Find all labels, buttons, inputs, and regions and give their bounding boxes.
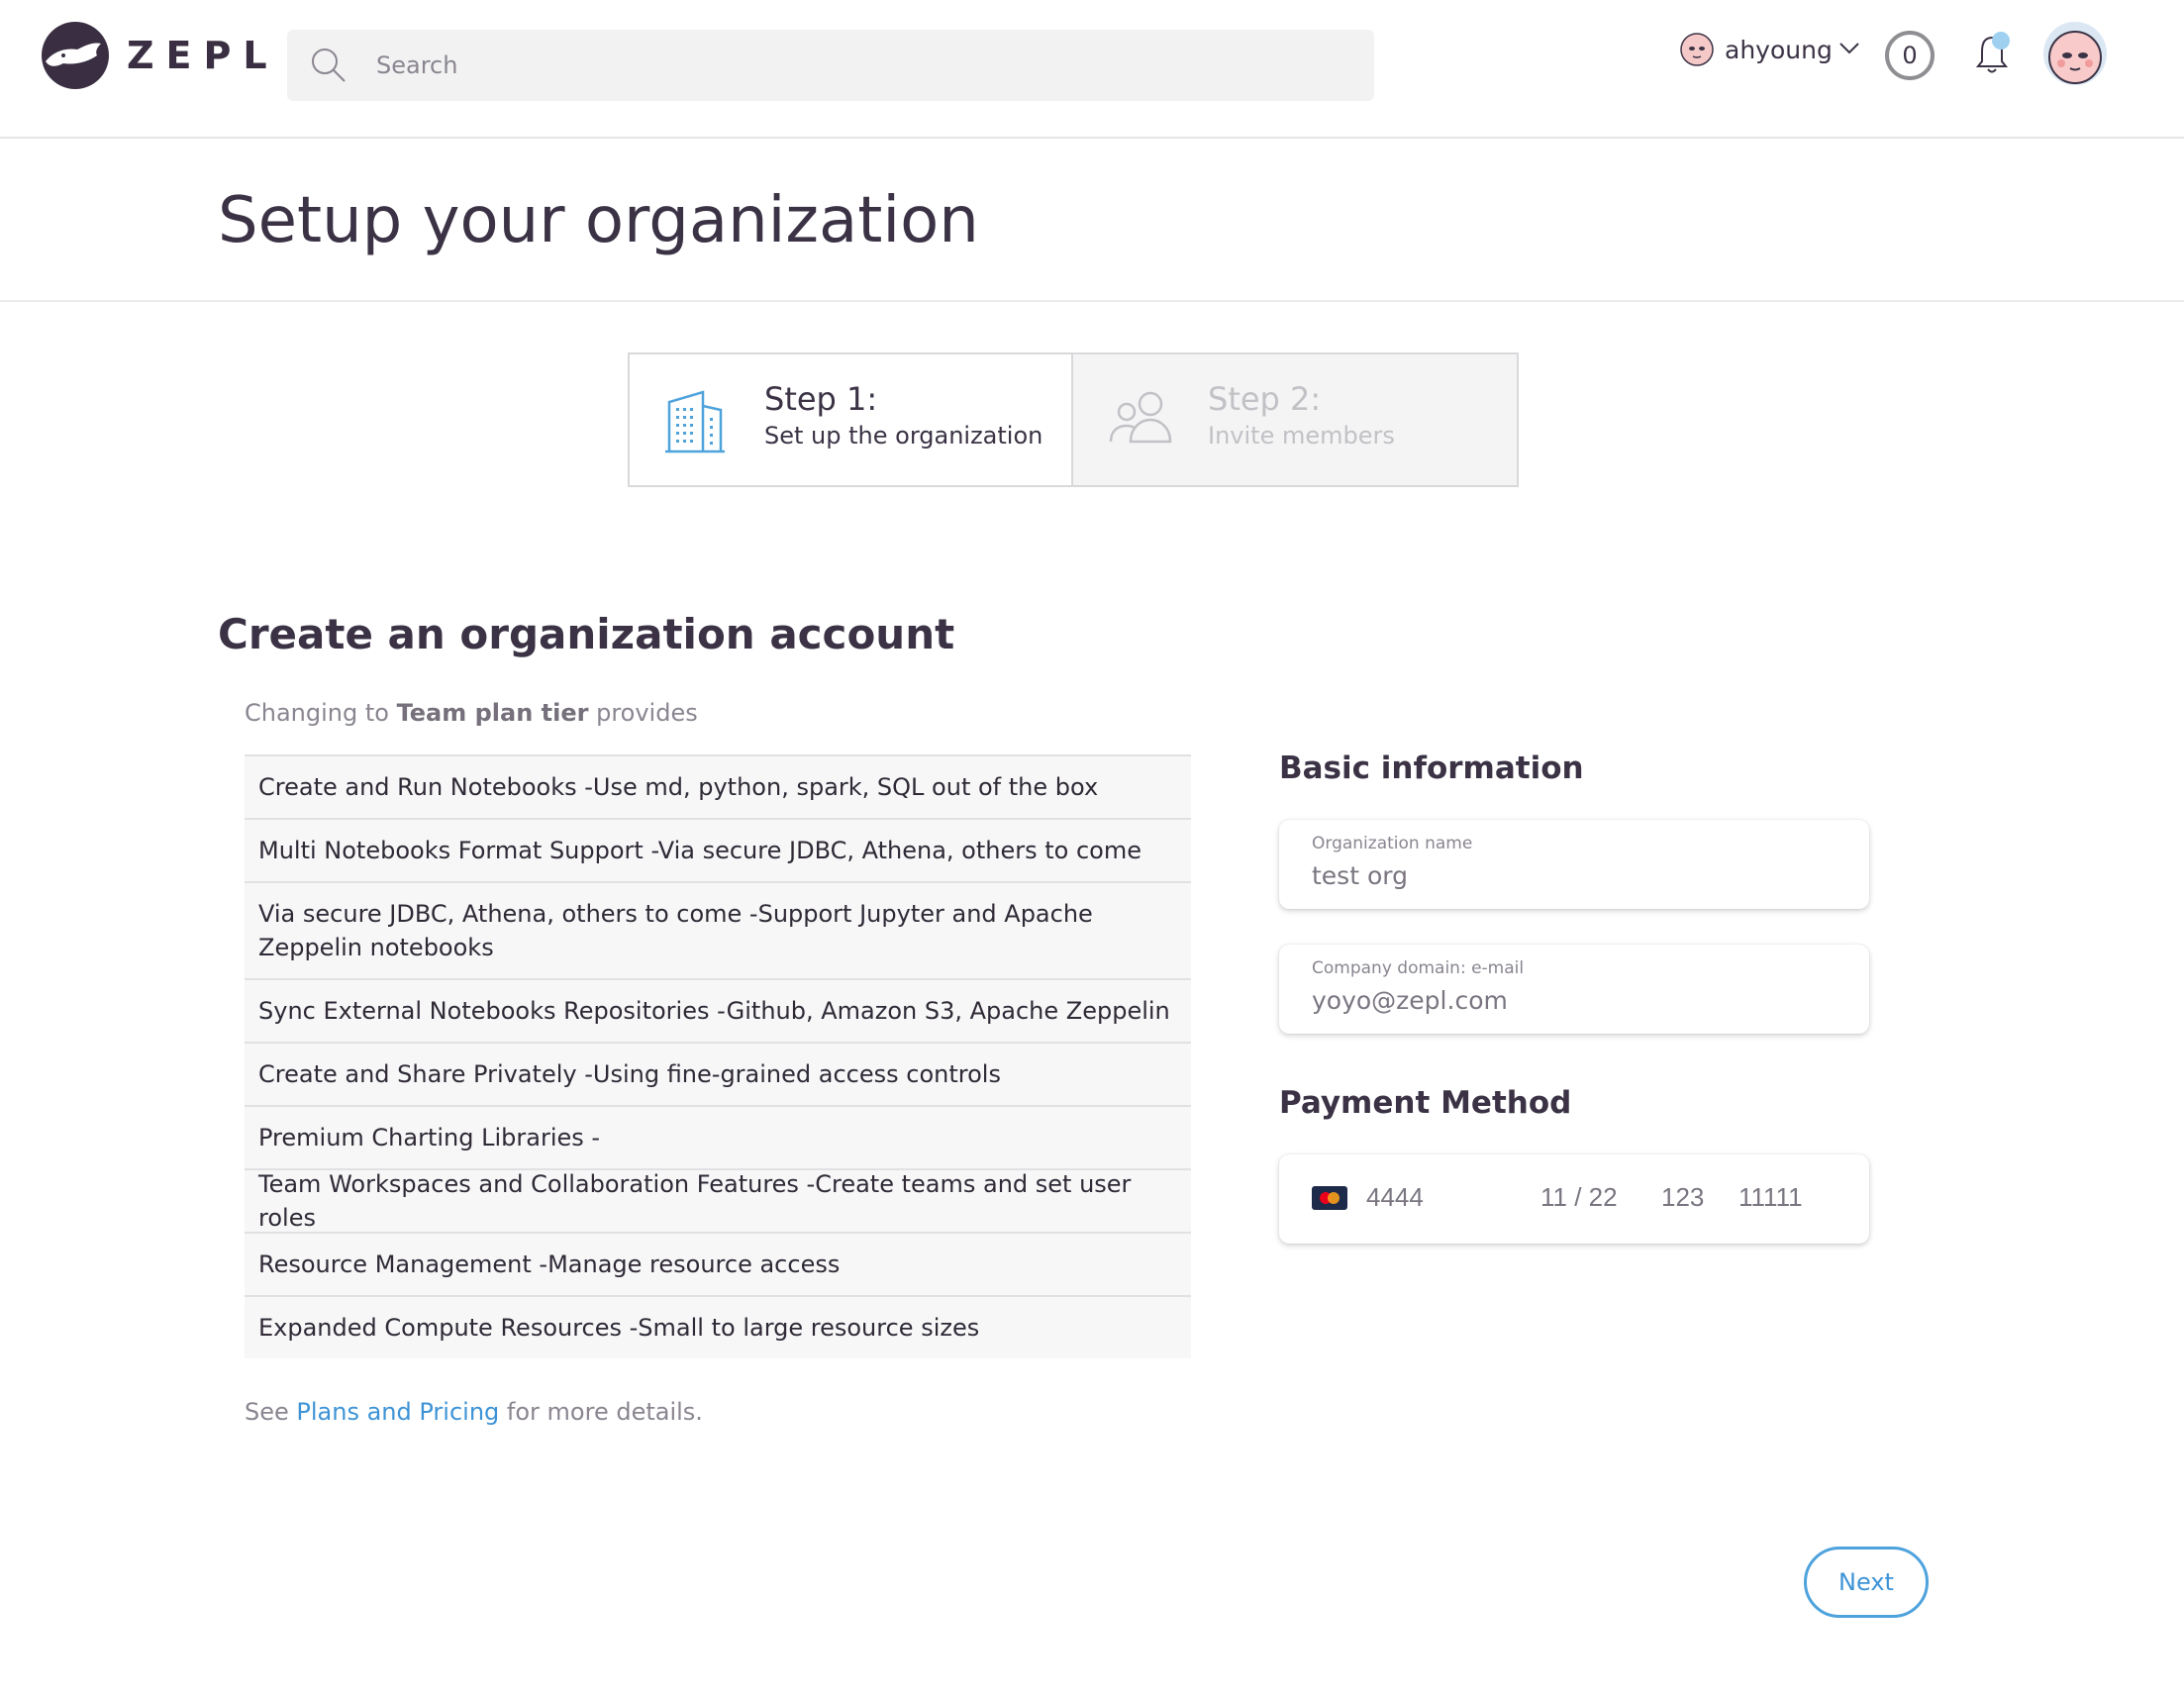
feature-item: Resource Management -Manage resource acc… <box>245 1232 1191 1295</box>
feature-item: Multi Notebooks Format Support -Via secu… <box>245 818 1191 881</box>
profile-avatar[interactable] <box>2043 22 2107 85</box>
username: ahyoung <box>1725 35 1833 64</box>
feature-item: Via secure JDBC, Athena, others to come … <box>245 881 1191 978</box>
feature-item: Create and Run Notebooks -Use md, python… <box>245 754 1191 818</box>
top-navbar: ZEPL ahyoung 0 <box>0 0 2184 139</box>
company-domain-input[interactable] <box>1312 986 1837 1015</box>
avatar-face-icon <box>2048 31 2102 84</box>
section-title: Create an organization account <box>218 610 955 658</box>
search-input[interactable] <box>376 44 1346 87</box>
basic-info-title: Basic information <box>1279 750 1584 786</box>
step-2-tab[interactable]: Step 2: Invite members <box>1073 352 1519 487</box>
organization-name-field[interactable]: Organization name <box>1279 820 1869 909</box>
organization-name-label: Organization name <box>1312 834 1473 853</box>
setup-stepper: Step 1: Set up the organization Step 2: … <box>628 352 1519 487</box>
search-icon <box>309 46 348 89</box>
feature-item: Expanded Compute Resources -Small to lar… <box>245 1295 1191 1358</box>
zepl-whale-logo-icon <box>42 22 109 89</box>
brand-name: ZEPL <box>127 34 279 77</box>
step-2-title: Step 2: <box>1208 380 1322 418</box>
notification-dot <box>1992 32 2010 50</box>
card-input[interactable]: 4444 11 / 22 123 11111 <box>1279 1154 1869 1244</box>
users-icon <box>1107 388 1176 451</box>
company-domain-field[interactable]: Company domain: e-mail <box>1279 945 1869 1034</box>
intro-plan-name: Team plan tier <box>396 699 589 727</box>
feature-item: Sync External Notebooks Repositories -Gi… <box>245 978 1191 1042</box>
intro-suffix: provides <box>588 699 698 727</box>
pricing-footnote: See Plans and Pricing for more details. <box>245 1398 703 1426</box>
credit-count-badge[interactable]: 0 <box>1885 31 1935 80</box>
next-button[interactable]: Next <box>1804 1547 1929 1618</box>
feature-list: Create and Run Notebooks -Use md, python… <box>245 754 1191 1358</box>
card-cvc[interactable]: 123 <box>1661 1182 1704 1213</box>
feature-item: Create and Share Privately -Using fine-g… <box>245 1042 1191 1105</box>
step-2-subtitle: Invite members <box>1208 422 1395 450</box>
title-divider <box>0 300 2184 302</box>
payment-method-title: Payment Method <box>1279 1085 1572 1121</box>
feature-item: Team Workspaces and Collaboration Featur… <box>245 1168 1191 1232</box>
card-zip[interactable]: 11111 <box>1738 1182 1803 1213</box>
mastercard-icon <box>1312 1186 1347 1214</box>
user-avatar-small-icon <box>1679 32 1715 67</box>
plans-pricing-link[interactable]: Plans and Pricing <box>296 1398 499 1426</box>
chevron-down-icon <box>1838 41 1860 59</box>
footnote-prefix: See <box>245 1398 297 1426</box>
search-bar[interactable] <box>287 30 1374 101</box>
intro-prefix: Changing to <box>245 699 397 727</box>
organization-name-input[interactable] <box>1312 861 1837 890</box>
step-1-subtitle: Set up the organization <box>764 422 1043 450</box>
footnote-suffix: for more details. <box>499 1398 703 1426</box>
page-title: Setup your organization <box>218 184 979 257</box>
user-menu[interactable]: ahyoung <box>1679 32 1860 67</box>
company-domain-label: Company domain: e-mail <box>1312 958 1525 978</box>
plan-intro: Changing to Team plan tier provides <box>245 699 698 727</box>
step-1-title: Step 1: <box>764 380 878 418</box>
feature-item: Premium Charting Libraries - <box>245 1105 1191 1168</box>
step-1-tab[interactable]: Step 1: Set up the organization <box>628 352 1073 487</box>
card-expiry[interactable]: 11 / 22 <box>1540 1182 1618 1213</box>
building-icon <box>663 388 727 459</box>
card-number[interactable]: 4444 <box>1366 1182 1424 1213</box>
brand-logo[interactable]: ZEPL <box>42 22 279 89</box>
